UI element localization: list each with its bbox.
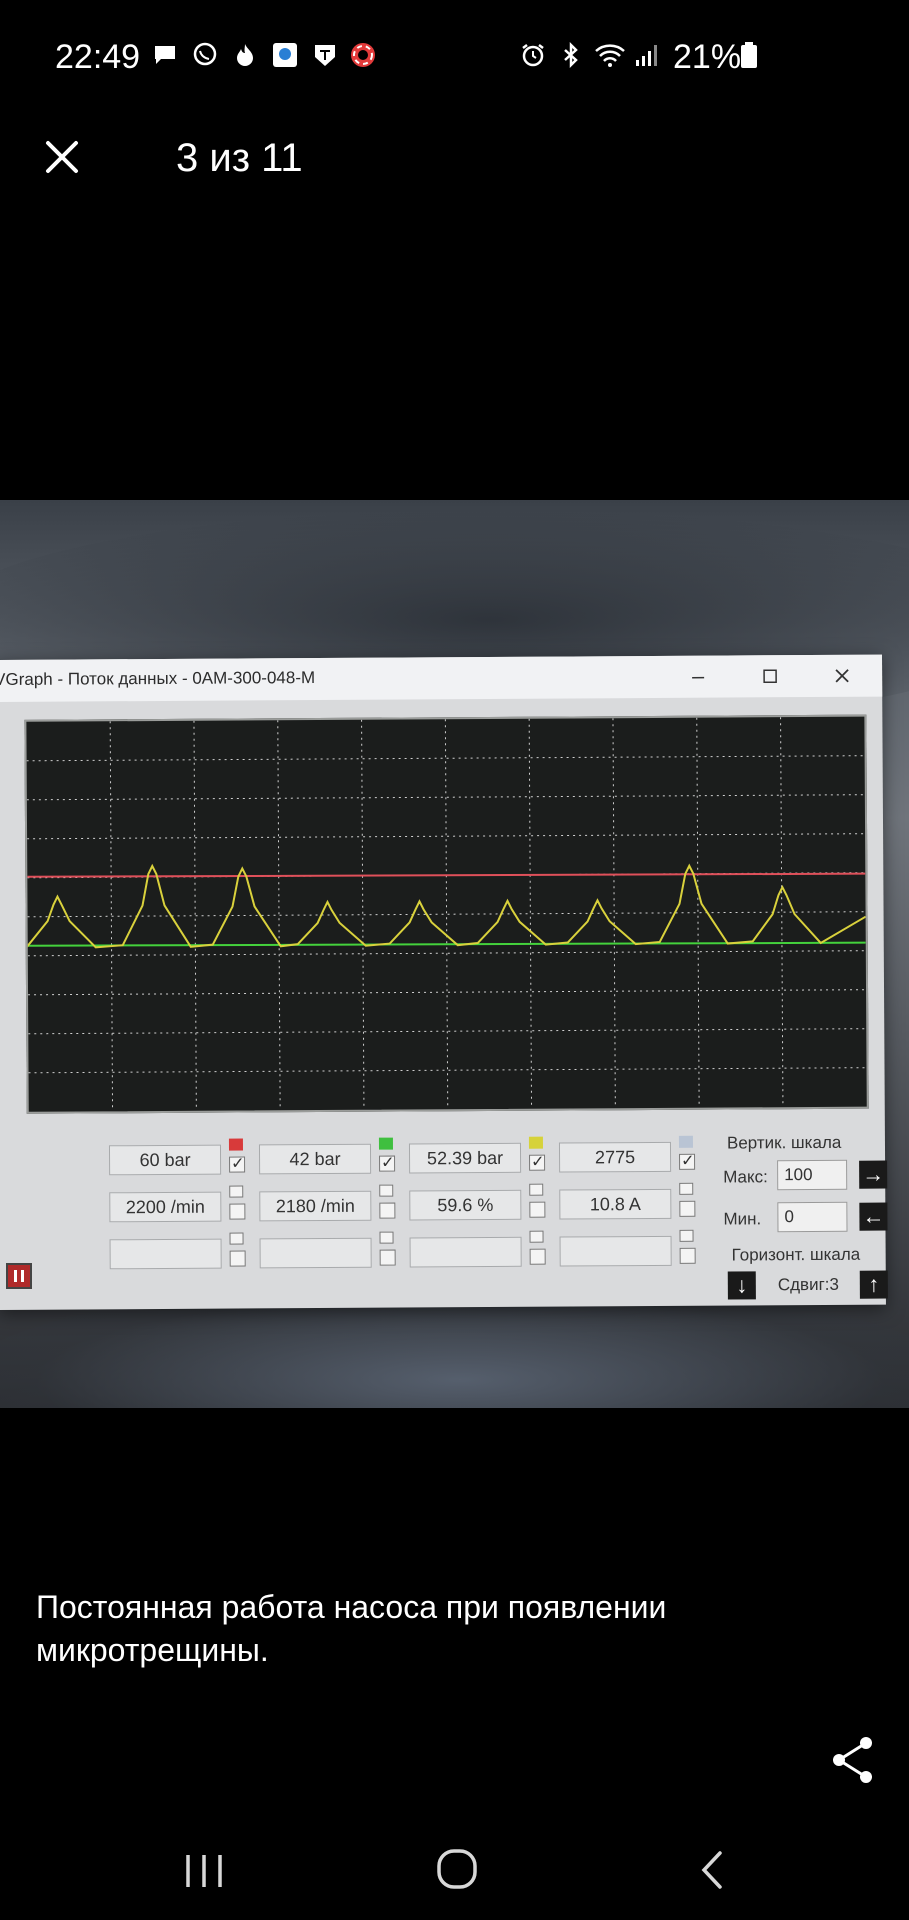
grid-line-v	[528, 718, 533, 1109]
value-box: 10.8 A	[559, 1188, 672, 1220]
home-icon[interactable]	[427, 1845, 487, 1895]
series-side-labels	[0, 720, 19, 1120]
graph-svg	[26, 717, 867, 1112]
series-checkbox[interactable]	[679, 1200, 696, 1217]
series-checkbox[interactable]	[379, 1249, 396, 1266]
window-close-icon[interactable]	[822, 661, 862, 691]
photo[interactable]: VGraph - Поток данных - 0AM-300-048-M Ве…	[0, 500, 909, 1408]
arrow-up-icon[interactable]: ↑	[859, 1270, 888, 1299]
graph-area[interactable]	[24, 714, 869, 1114]
value-box: 60 bar	[108, 1144, 222, 1176]
window-title: VGraph - Поток данных - 0AM-300-048-M	[0, 668, 316, 689]
grid-line-v	[444, 719, 449, 1110]
value-box: 59.6 %	[409, 1189, 522, 1221]
small-checkbox[interactable]	[229, 1185, 244, 1198]
series-color-swatch	[528, 1136, 543, 1149]
value-box	[409, 1236, 522, 1268]
grid-line-v	[696, 717, 700, 1108]
vertical-scale-title: Вертик. шкала	[726, 1132, 842, 1153]
share-icon[interactable]	[830, 1735, 876, 1785]
battery-icon	[741, 42, 757, 68]
series-checkbox[interactable]	[529, 1154, 546, 1171]
series-checkbox[interactable]	[679, 1153, 696, 1170]
value-box	[259, 1237, 372, 1269]
flame-icon	[237, 44, 253, 66]
window-titlebar: VGraph - Поток данных - 0AM-300-048-M	[0, 654, 883, 702]
alarm-icon	[522, 44, 544, 67]
series-checkbox[interactable]	[229, 1156, 246, 1173]
vgraph-window: VGraph - Поток данных - 0AM-300-048-M Ве…	[0, 654, 888, 1310]
value-box: 2180 /min	[259, 1190, 372, 1222]
small-checkbox[interactable]	[529, 1183, 544, 1196]
bluetooth-icon	[564, 42, 578, 68]
arrow-right-icon[interactable]: →	[859, 1160, 888, 1189]
min-label: Мин.	[723, 1209, 762, 1229]
series-checkbox[interactable]	[229, 1250, 246, 1267]
value-box	[109, 1238, 222, 1270]
horizontal-scale-title: Горизонт. шкала	[731, 1244, 861, 1265]
lifebuoy-icon	[351, 43, 375, 67]
series-checkbox[interactable]	[529, 1201, 546, 1218]
status-bar: 22:49 21%	[0, 0, 909, 115]
wifi-icon	[595, 44, 625, 67]
arrow-down-icon[interactable]: ↓	[727, 1271, 756, 1300]
series-color-swatch	[378, 1137, 393, 1150]
maximize-icon[interactable]	[750, 661, 790, 691]
min-input[interactable]: 0	[777, 1201, 848, 1233]
battery-percent: 21%	[673, 38, 742, 76]
value-box: 42 bar	[258, 1143, 372, 1175]
recent-apps-icon[interactable]	[174, 1845, 234, 1895]
value-box	[559, 1235, 672, 1267]
small-checkbox[interactable]	[229, 1232, 244, 1245]
series-checkbox[interactable]	[229, 1203, 246, 1220]
status-time: 22:49	[55, 38, 141, 76]
series-checkbox[interactable]	[529, 1248, 546, 1265]
grid-line-v	[612, 718, 616, 1109]
grid-line-v	[780, 717, 784, 1108]
shift-label: Сдвиг:3	[777, 1274, 839, 1295]
series-color-swatch	[228, 1138, 244, 1151]
series-checkbox[interactable]	[379, 1155, 396, 1172]
small-checkbox[interactable]	[379, 1231, 394, 1244]
max-label: Макс:	[723, 1167, 768, 1187]
signal-icon	[636, 45, 657, 66]
viber-icon	[193, 42, 217, 66]
value-box: 2775	[558, 1141, 672, 1173]
minimize-icon[interactable]	[678, 662, 718, 692]
message-icon	[155, 46, 175, 64]
pause-icon[interactable]	[6, 1263, 32, 1289]
photo-caption: Постоянная работа насоса при появлении м…	[36, 1589, 667, 1668]
value-box: 2200 /min	[109, 1191, 222, 1223]
small-checkbox[interactable]	[529, 1230, 544, 1243]
close-icon[interactable]	[40, 135, 84, 179]
page-counter: 3 из 11	[176, 136, 303, 180]
max-input[interactable]: 100	[777, 1159, 848, 1191]
small-checkbox[interactable]	[679, 1229, 694, 1242]
vpn-icon	[273, 43, 297, 67]
t-app-icon	[315, 45, 335, 66]
series-color-swatch	[678, 1135, 693, 1148]
value-box: 52.39 bar	[408, 1142, 522, 1174]
red-reference-line	[27, 872, 866, 878]
series-checkbox[interactable]	[379, 1202, 396, 1219]
arrow-left-icon[interactable]: ←	[859, 1202, 888, 1231]
small-checkbox[interactable]	[679, 1182, 694, 1195]
small-checkbox[interactable]	[379, 1184, 394, 1197]
back-icon[interactable]	[682, 1845, 742, 1895]
series-checkbox[interactable]	[679, 1247, 696, 1264]
